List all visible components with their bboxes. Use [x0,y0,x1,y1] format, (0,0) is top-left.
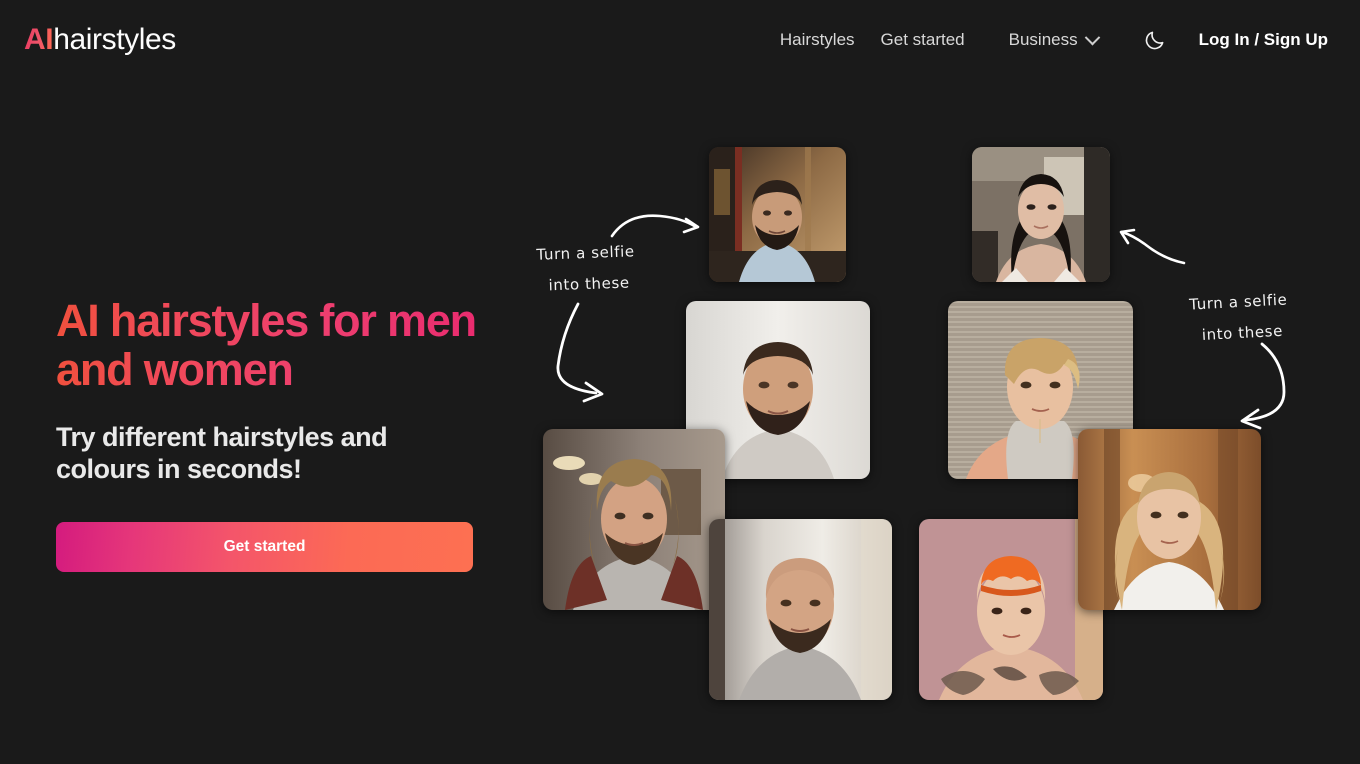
result-man-long-hair-image [543,429,725,610]
main-nav: Hairstyles Get started Business Log In /… [767,24,1336,56]
get-started-button[interactable]: Get started [56,521,473,572]
login-signup-button[interactable]: Log In / Sign Up [1191,24,1336,56]
nav-dropdown-label: Business [1008,30,1078,49]
collage-photo-result-man-bald[interactable] [709,519,892,700]
moon-icon [1145,31,1164,49]
annotation-left-line2: into these [548,273,630,295]
hero-title-line2: and women [56,344,293,396]
annotation-left-line1: Turn a selfie [536,242,635,264]
collage-photo-result-woman-blonde-long[interactable] [1078,429,1261,610]
arrow-up-left-icon [1119,228,1186,265]
nav-item-get-started[interactable]: Get started [868,24,978,56]
logo[interactable]: AIhairstyles [24,23,176,57]
logo-text: hairstyles [53,23,176,56]
result-man-bald-image [709,519,892,700]
result-woman-blonde-long-image [1078,429,1261,610]
arrow-down-left-icon [1240,342,1286,430]
hero-title-line1: AI hairstyles for men [56,295,476,346]
result-woman-orange-image [919,519,1103,700]
annotation-right: Turn a selfie into these [1188,284,1289,351]
collage-photo-result-man-long-hair[interactable] [543,429,725,610]
site-header: AIhairstyles Hairstyles Get started Busi… [0,0,1360,80]
nav-dropdown-business[interactable]: Business [996,24,1111,56]
collage-photo-selfie-woman-dark[interactable] [972,147,1110,282]
collage-photo-selfie-man-indoor[interactable] [709,147,846,282]
annotation-right-line1: Turn a selfie [1188,290,1288,314]
nav-item-hairstyles[interactable]: Hairstyles [767,24,868,56]
chevron-down-icon [1084,29,1100,45]
annotation-left: Turn a selfie into these [536,236,636,301]
hero-section: AI hairstyles for men and women Try diffe… [56,296,526,572]
collage-photo-result-woman-orange[interactable] [919,519,1103,700]
arrow-up-right-icon [610,214,700,238]
logo-accent: AI [24,23,54,56]
hero-subtitle-line1: Try different hairstyles and [56,422,388,453]
hero-subtitle: Try different hairstyles and colours in s… [56,422,526,486]
selfie-man-indoor-image [709,147,846,282]
arrow-down-right-icon [556,302,604,403]
theme-toggle-button[interactable] [1141,26,1169,54]
page-title: AI hairstyles for men and women [56,296,526,394]
annotation-right-line2: into these [1201,321,1284,344]
selfie-woman-dark-image [972,147,1110,282]
hero-subtitle-line2: colours in seconds! [56,453,302,484]
